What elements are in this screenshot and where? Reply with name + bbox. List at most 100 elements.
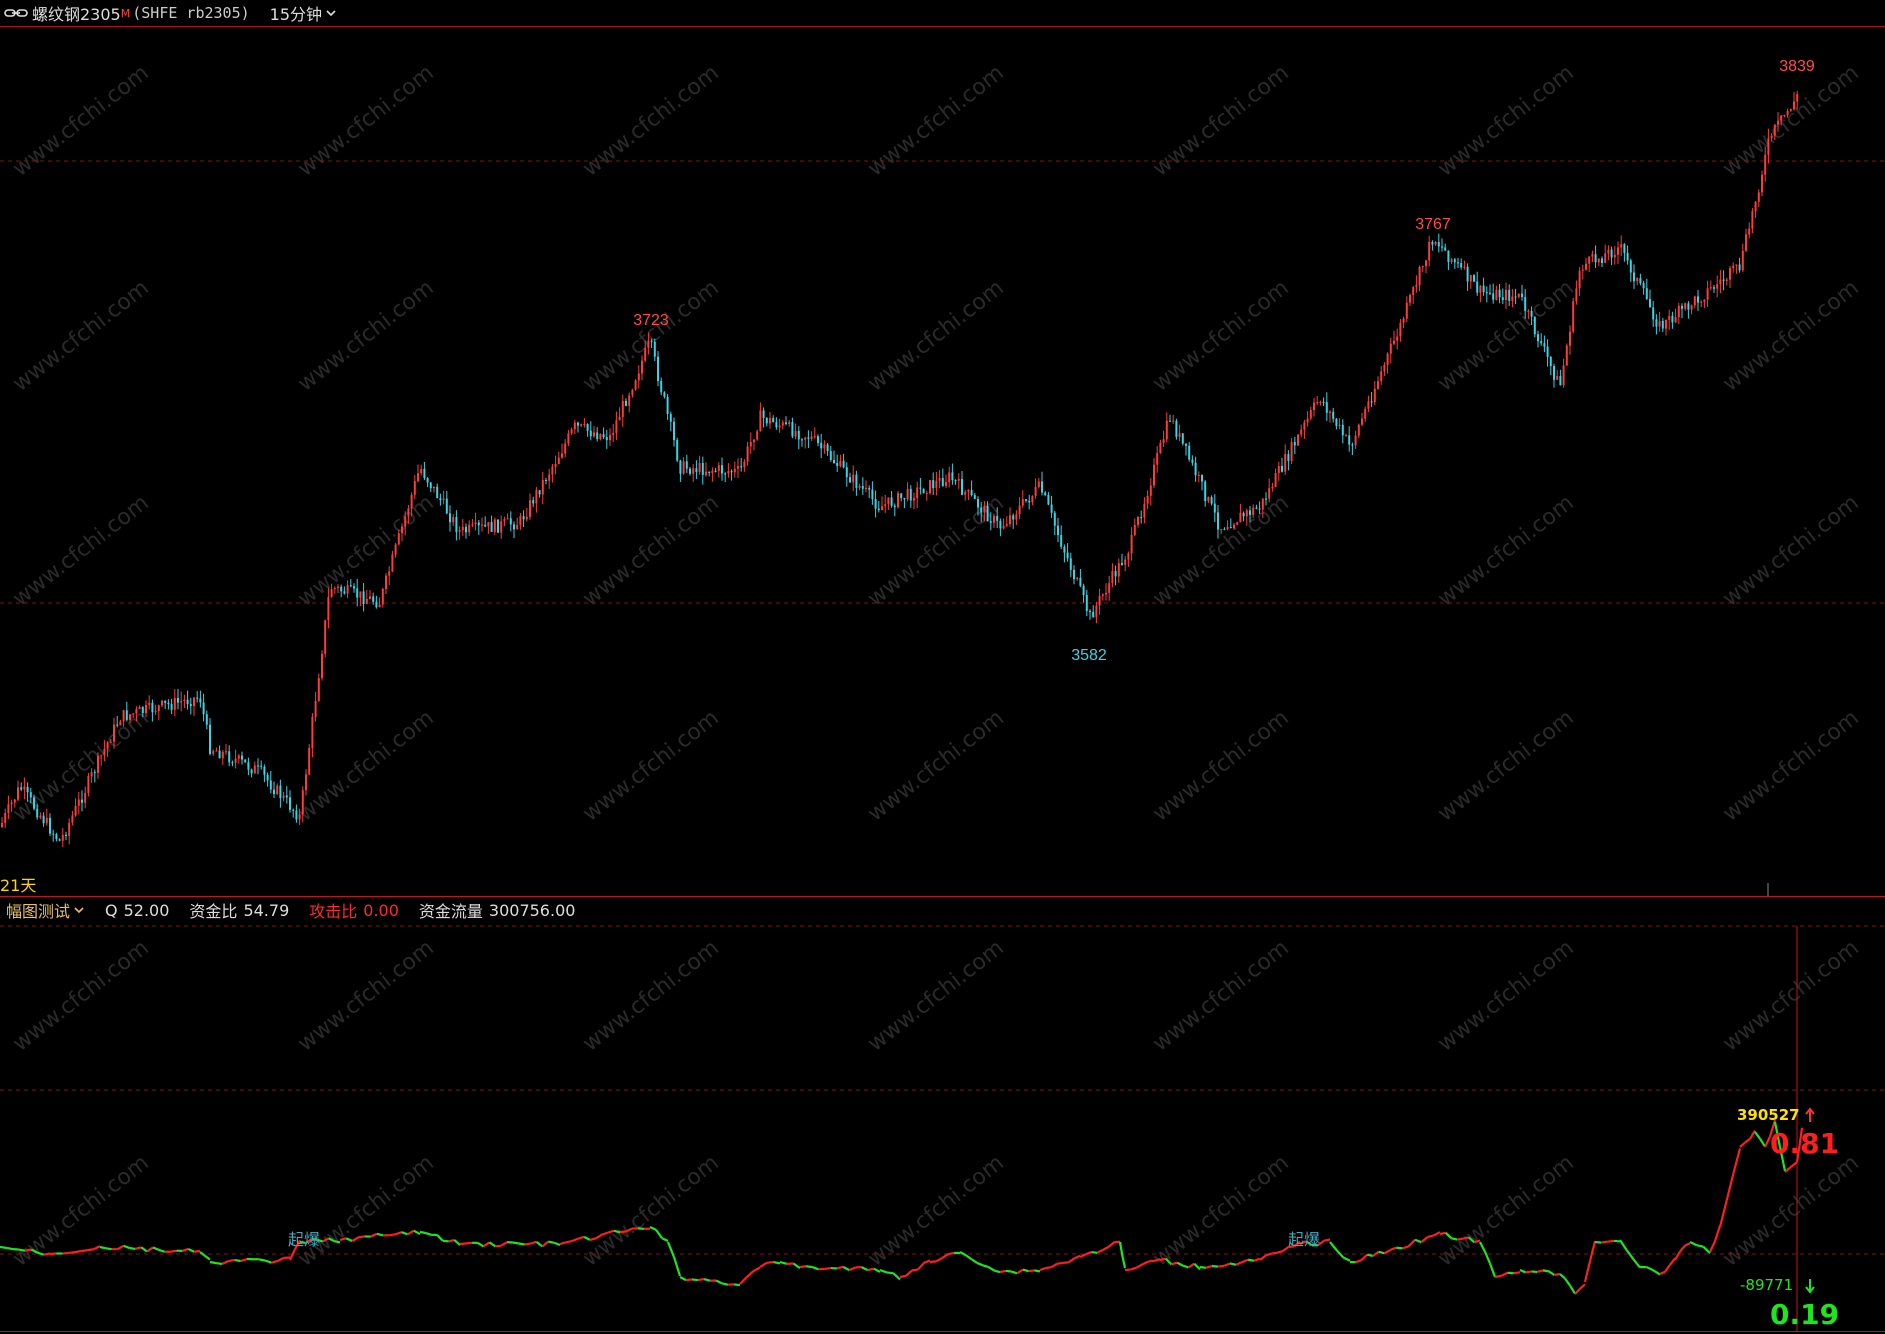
fund-flow-segment: [792, 1262, 801, 1270]
candle-body: [1469, 275, 1472, 282]
candle-body: [1175, 420, 1178, 437]
pane-divider[interactable]: [0, 896, 1885, 897]
candle-body: [289, 797, 291, 810]
candle-body: [468, 524, 471, 533]
candle-body: [1549, 356, 1552, 366]
candle-body: [321, 653, 323, 678]
fund-flow-segment: [1073, 1254, 1081, 1260]
candle-body: [452, 517, 455, 523]
candle-body: [1348, 435, 1351, 445]
fund-flow-segment: [1784, 1165, 1792, 1173]
candle-body: [103, 748, 106, 756]
candle-body: [1217, 512, 1219, 530]
candle-body: [346, 585, 349, 594]
candle-body: [698, 463, 701, 473]
candle-body: [1117, 563, 1120, 577]
candle-body: [1591, 254, 1594, 257]
candle-body: [1588, 256, 1591, 264]
fund-flow-segment: [1389, 1246, 1397, 1252]
candle-body: [1473, 275, 1475, 282]
candle-body: [359, 591, 362, 598]
watermark-text: www.cfchi.com: [1148, 60, 1293, 181]
candle-body: [717, 465, 720, 471]
candle-body: [122, 710, 125, 722]
candle-body: [509, 518, 512, 525]
fund-flow-segment: [1241, 1258, 1249, 1264]
candle-body: [586, 424, 589, 431]
candle-body: [676, 439, 679, 461]
candle-body: [1668, 315, 1671, 320]
candle-body: [1649, 298, 1651, 308]
candle-body: [1412, 287, 1415, 295]
candle-body: [1777, 120, 1779, 125]
candle-body: [314, 700, 317, 717]
candle-body: [567, 433, 570, 444]
link-icon[interactable]: [4, 7, 28, 19]
indicator-chart[interactable]: www.cfchi.com www.cfchi.com www.cfchi.com w…: [0, 922, 1885, 1331]
fund-flow-segment: [1205, 1264, 1213, 1269]
candle-body: [605, 437, 608, 441]
candle-body: [180, 701, 183, 703]
candle-body: [1533, 316, 1536, 335]
fund-flow-segment: [1702, 1245, 1711, 1254]
candle-body: [65, 834, 67, 836]
candle-body: [1021, 499, 1024, 506]
candle-body: [865, 487, 867, 489]
fund-flow-segment: [1223, 1262, 1231, 1267]
candle-body: [1789, 109, 1792, 111]
candle-body: [1517, 293, 1520, 297]
candle-body: [436, 486, 439, 499]
candle-body: [1693, 296, 1696, 306]
candlestick-chart[interactable]: www.cfchi.com www.cfchi.com www.cfchi.com w…: [0, 27, 1885, 896]
watermark-text: www.cfchi.com: [578, 935, 723, 1056]
candle-body: [1309, 410, 1312, 419]
indicator-selector[interactable]: 幅图测试: [6, 898, 85, 922]
indicator-legend: 幅图测试 Q 52.00 资金比 54.79 攻击比 0.00 资金流量 300…: [0, 898, 575, 922]
fund-flow-segment: [129, 1246, 136, 1251]
candle-body: [810, 436, 813, 439]
candle-body: [970, 489, 973, 496]
fund-flow-segment: [234, 1258, 241, 1263]
candle-body: [1761, 174, 1763, 193]
candle-body: [1751, 211, 1754, 229]
candle-body: [945, 482, 947, 486]
candle-body: [1025, 499, 1027, 501]
candle-body: [1572, 301, 1575, 332]
candle-body: [1642, 283, 1645, 289]
watermark-text: www.cfchi.com: [1718, 275, 1863, 396]
fund-flow-segment: [99, 1245, 107, 1250]
period-selector[interactable]: 15分钟: [270, 1, 337, 25]
candle-body: [295, 810, 298, 820]
fund-flow-segment: [559, 1241, 567, 1246]
candle-body: [90, 772, 93, 777]
candle-body: [545, 480, 547, 482]
candle-body: [1063, 546, 1066, 553]
candle-body: [689, 468, 691, 474]
candle-body: [1540, 341, 1543, 344]
fund-flow-segment: [759, 1261, 768, 1268]
candle-body: [1604, 253, 1607, 263]
fund-flow-segment: [672, 1256, 682, 1277]
candle-body: [634, 380, 637, 390]
candle-body: [877, 508, 880, 511]
fund-flow-segment: [518, 1242, 525, 1246]
candle-body: [439, 498, 442, 501]
fund-flow-segment: [1659, 1270, 1666, 1276]
fund-flow-segment: [170, 1249, 177, 1253]
fund-flow-segment: [1402, 1245, 1410, 1250]
candle-body: [941, 478, 944, 486]
candle-body: [759, 410, 762, 432]
candle-body: [317, 677, 320, 701]
annotation-qibao: 起爆: [288, 1230, 320, 1249]
candle-body: [1073, 569, 1075, 580]
fund-flow-segment: [1276, 1249, 1284, 1254]
candle-body: [897, 493, 899, 508]
fund-flow-segment: [1253, 1257, 1261, 1262]
watermark-text: www.cfchi.com: [8, 705, 153, 826]
candle-body: [164, 700, 167, 703]
candle-body: [1367, 401, 1370, 409]
symbol-name[interactable]: 螺纹钢2305: [32, 1, 121, 25]
candle-body: [647, 340, 650, 348]
candle-body: [561, 453, 563, 458]
candle-body: [951, 472, 954, 481]
